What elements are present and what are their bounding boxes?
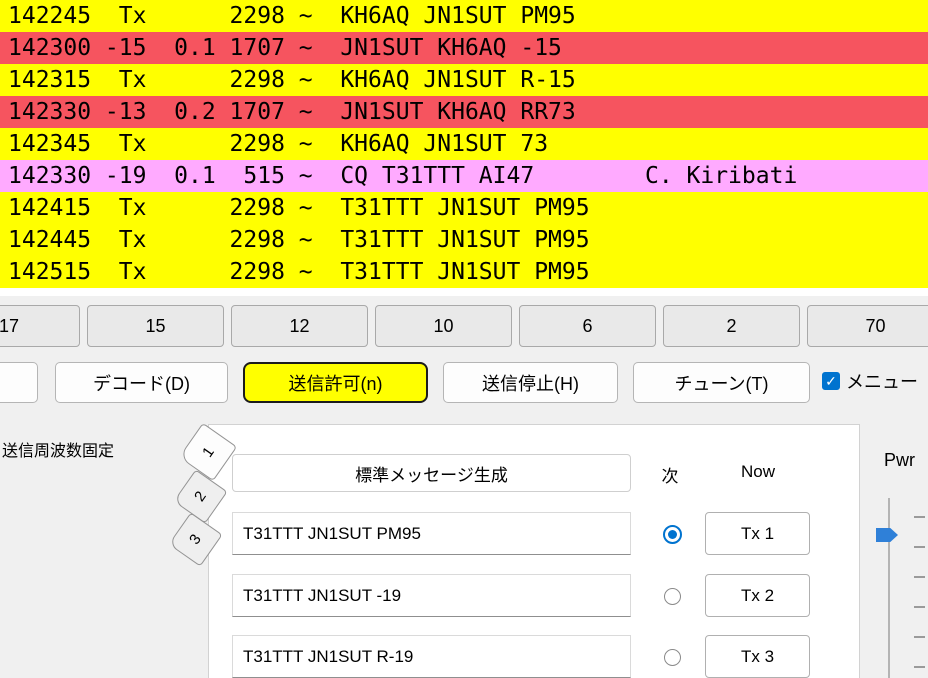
- decode-row[interactable]: 142315 Tx 2298 ~ KH6AQ JN1SUT R-15: [0, 64, 928, 96]
- hold-tx-freq-label: 送信周波数固定: [2, 443, 115, 460]
- decode-row[interactable]: 142330 -13 0.2 1707 ~ JN1SUT KH6AQ RR73: [0, 96, 928, 128]
- decode-row[interactable]: 142330 -19 0.1 515 ~ CQ T31TTT AI47 C. K…: [0, 160, 928, 192]
- decode-row[interactable]: 142300 -15 0.1 1707 ~ JN1SUT KH6AQ -15: [0, 32, 928, 64]
- menus-checkbox-label: メニュー: [846, 372, 918, 392]
- tx3-next-radio[interactable]: [664, 649, 681, 666]
- pwr-label: Pwr: [884, 450, 915, 470]
- slider-tick: [914, 576, 925, 578]
- menus-checkbox[interactable]: ✓: [822, 372, 840, 390]
- decode-button[interactable]: デコード(D): [55, 362, 228, 403]
- next-column-header: 次: [661, 467, 679, 486]
- decode-row[interactable]: 142245 Tx 2298 ~ KH6AQ JN1SUT PM95: [0, 0, 928, 32]
- band-button-6[interactable]: 6: [519, 305, 656, 347]
- tx2-next-radio[interactable]: [664, 588, 681, 605]
- tx1-next-radio[interactable]: [663, 525, 682, 544]
- tune-button[interactable]: チューン(T): [633, 362, 810, 403]
- tx1-message-field[interactable]: T31TTT JN1SUT PM95: [232, 512, 631, 555]
- enable-tx-button[interactable]: 送信許可(n): [243, 362, 428, 403]
- pwr-slider-track[interactable]: [888, 498, 890, 678]
- tx3-message-field[interactable]: T31TTT JN1SUT R-19: [232, 635, 631, 678]
- wsjtx-main-window: 142245 Tx 2298 ~ KH6AQ JN1SUT PM95 14230…: [0, 0, 928, 678]
- slider-tick: [914, 516, 925, 518]
- decode-log: 142245 Tx 2298 ~ KH6AQ JN1SUT PM95 14230…: [0, 0, 928, 296]
- tx2-now-button[interactable]: Tx 2: [705, 574, 810, 617]
- band-button-70[interactable]: 70: [807, 305, 928, 347]
- slider-tick: [914, 546, 925, 548]
- slider-tick: [914, 636, 925, 638]
- band-button-15[interactable]: 15: [87, 305, 224, 347]
- decode-row[interactable]: 142515 Tx 2298 ~ T31TTT JN1SUT PM95: [0, 256, 928, 288]
- decode-row[interactable]: 142415 Tx 2298 ~ T31TTT JN1SUT PM95: [0, 192, 928, 224]
- partial-button[interactable]: [0, 362, 38, 403]
- tab-1-label: 1: [198, 443, 218, 461]
- decode-row[interactable]: 142345 Tx 2298 ~ KH6AQ JN1SUT 73: [0, 128, 928, 160]
- halt-tx-button[interactable]: 送信停止(H): [443, 362, 618, 403]
- now-column-header: Now: [740, 462, 775, 481]
- pwr-slider-handle[interactable]: [876, 528, 898, 542]
- slider-tick: [914, 606, 925, 608]
- band-button-10[interactable]: 10: [375, 305, 512, 347]
- check-icon: ✓: [825, 373, 837, 389]
- band-button-2[interactable]: 2: [663, 305, 800, 347]
- decode-row[interactable]: 142445 Tx 2298 ~ T31TTT JN1SUT PM95: [0, 224, 928, 256]
- tab-3-label: 3: [186, 531, 205, 548]
- tab-2-label: 2: [191, 488, 210, 505]
- band-button-17[interactable]: 17: [0, 305, 80, 347]
- tx1-now-button[interactable]: Tx 1: [705, 512, 810, 555]
- generate-std-msgs-button[interactable]: 標準メッセージ生成: [232, 454, 631, 492]
- band-button-12[interactable]: 12: [231, 305, 368, 347]
- slider-tick: [914, 666, 925, 668]
- tx3-now-button[interactable]: Tx 3: [705, 635, 810, 678]
- tx2-message-field[interactable]: T31TTT JN1SUT -19: [232, 574, 631, 617]
